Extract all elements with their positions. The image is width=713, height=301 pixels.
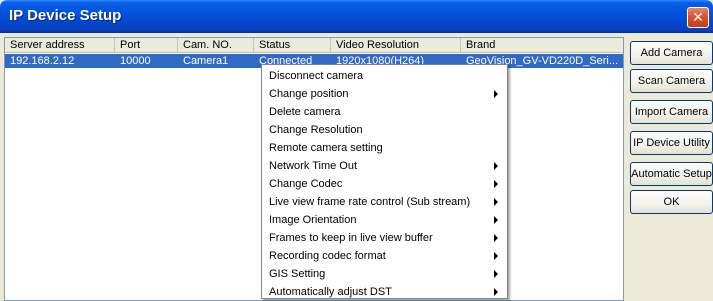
submenu-arrow-icon xyxy=(494,270,498,278)
menu-item-gis-setting[interactable]: GIS Setting xyxy=(262,265,507,283)
menu-item-remote-camera-setting[interactable]: Remote camera setting xyxy=(262,139,507,157)
cell-server-address: 192.168.2.12 xyxy=(10,55,75,67)
menu-item-image-orientation[interactable]: Image Orientation xyxy=(262,211,507,229)
menu-item-change-position[interactable]: Change position xyxy=(262,85,507,103)
cell-port: 10000 xyxy=(120,55,151,67)
menu-item-label: Change position xyxy=(269,88,349,100)
menu-item-label: Change Resolution xyxy=(269,124,363,136)
column-header-status[interactable]: Status xyxy=(254,38,331,53)
menu-item-network-time-out[interactable]: Network Time Out xyxy=(262,157,507,175)
menu-item-label: Image Orientation xyxy=(269,214,357,226)
cell-cam-no: Camera1 xyxy=(183,55,229,67)
column-header-brand[interactable]: Brand xyxy=(461,38,623,53)
add-camera-button[interactable]: Add Camera xyxy=(630,41,713,65)
menu-item-label: GIS Setting xyxy=(269,268,326,280)
menu-item-disconnect-camera[interactable]: Disconnect camera xyxy=(262,67,507,85)
table-header: Server address Port Cam. NO. Status Vide… xyxy=(5,38,623,53)
menu-item-label: Remote camera setting xyxy=(269,142,383,154)
menu-item-recording-codec-format[interactable]: Recording codec format xyxy=(262,247,507,265)
menu-item-frames-to-keep[interactable]: Frames to keep in live view buffer xyxy=(262,229,507,247)
submenu-arrow-icon xyxy=(494,288,498,296)
automatic-setup-button[interactable]: Automatic Setup xyxy=(630,162,713,186)
submenu-arrow-icon xyxy=(494,234,498,242)
menu-item-change-codec[interactable]: Change Codec xyxy=(262,175,507,193)
submenu-arrow-icon xyxy=(494,162,498,170)
close-icon: ✕ xyxy=(692,9,704,26)
menu-item-label: Network Time Out xyxy=(269,160,358,172)
window-title: IP Device Setup xyxy=(9,7,122,24)
menu-item-label: Disconnect camera xyxy=(269,70,364,82)
ip-device-utility-button[interactable]: IP Device Utility xyxy=(630,131,713,155)
menu-item-live-view-frame-rate[interactable]: Live view frame rate control (Sub stream… xyxy=(262,193,507,211)
title-bar: IP Device Setup ✕ xyxy=(0,0,713,33)
menu-item-label: Delete camera xyxy=(269,106,341,118)
menu-item-label: Recording codec format xyxy=(269,250,386,262)
column-header-server-address[interactable]: Server address xyxy=(5,38,115,53)
menu-item-auto-adjust-dst[interactable]: Automatically adjust DST xyxy=(262,283,507,301)
context-menu: Disconnect camera Change position Delete… xyxy=(261,64,508,299)
menu-item-label: Live view frame rate control (Sub stream… xyxy=(269,196,471,208)
import-camera-button[interactable]: Import Camera xyxy=(630,100,713,124)
column-header-cam-no[interactable]: Cam. NO. xyxy=(178,38,254,53)
scan-camera-button[interactable]: Scan Camera xyxy=(630,69,713,93)
submenu-arrow-icon xyxy=(494,180,498,188)
submenu-arrow-icon xyxy=(494,216,498,224)
column-header-video-resolution[interactable]: Video Resolution xyxy=(331,38,461,53)
ok-button[interactable]: OK xyxy=(630,190,713,214)
submenu-arrow-icon xyxy=(494,252,498,260)
menu-item-delete-camera[interactable]: Delete camera xyxy=(262,103,507,121)
menu-item-change-resolution[interactable]: Change Resolution xyxy=(262,121,507,139)
menu-item-label: Automatically adjust DST xyxy=(269,286,392,298)
submenu-arrow-icon xyxy=(494,90,498,98)
menu-item-label: Change Codec xyxy=(269,178,343,190)
close-button[interactable]: ✕ xyxy=(687,7,709,28)
submenu-arrow-icon xyxy=(494,198,498,206)
column-header-port[interactable]: Port xyxy=(115,38,178,53)
menu-item-label: Frames to keep in live view buffer xyxy=(269,232,433,244)
